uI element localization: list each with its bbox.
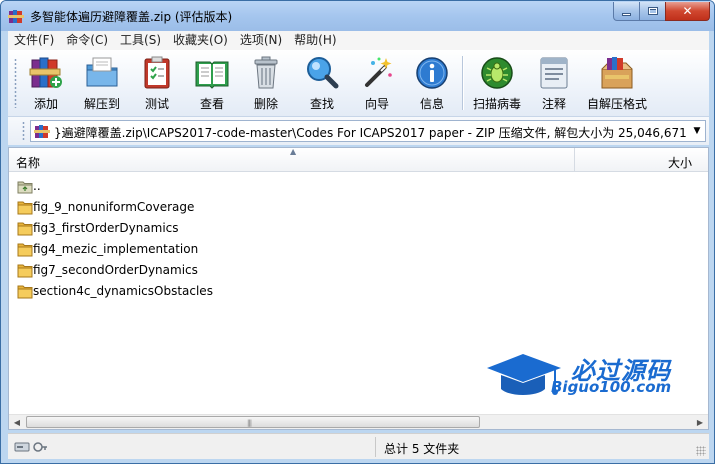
list-item-folder[interactable]: fig7_secondOrderDynamics — [9, 260, 579, 281]
watermark-url: Biguo100.com — [551, 378, 672, 396]
grip-lines-icon: ||| — [247, 419, 252, 427]
view-book-icon — [195, 61, 229, 89]
delete-button[interactable]: 删除 — [246, 52, 286, 114]
folder-icon — [17, 285, 33, 299]
menu-tools[interactable]: 工具(S) — [114, 31, 167, 50]
sort-ascending-icon: ▲ — [290, 147, 297, 156]
resize-grip[interactable] — [696, 446, 706, 456]
winrar-books-icon — [8, 10, 24, 23]
arrow-right-icon: ▶ — [696, 417, 704, 427]
sfx-box-icon — [601, 57, 633, 89]
graduation-cap-icon — [487, 354, 561, 395]
folder-icon — [17, 201, 33, 215]
add-button[interactable]: 添加 — [26, 52, 66, 114]
file-rows: .. fig_9_nonuniformCoverage fig3_firstOr… — [9, 176, 579, 302]
menu-help[interactable]: 帮助(H) — [288, 31, 342, 50]
close-button[interactable]: ✕ — [665, 2, 710, 21]
info-button[interactable]: 信息 — [412, 52, 452, 114]
wizard-wand-icon — [365, 57, 392, 87]
window-title: 多智能体遍历避障覆盖.zip (评估版本) — [30, 10, 233, 24]
minimize-button[interactable] — [613, 2, 640, 21]
address-dropdown-button[interactable]: ▼ — [689, 121, 705, 141]
status-text: 总计 5 文件夹 — [384, 442, 460, 456]
list-item-folder[interactable]: fig_9_nonuniformCoverage — [9, 197, 579, 218]
address-bar: }遍避障覆盖.zip\ICAPS2017-code-master\Codes F… — [8, 117, 709, 145]
status-divider — [375, 437, 376, 457]
watermark: 必过源码 Biguo100.com — [485, 348, 695, 408]
list-item-folder[interactable]: fig4_mezic_implementation — [9, 239, 579, 260]
drive-key-icon — [14, 442, 47, 452]
maximize-icon — [647, 7, 658, 15]
list-item-folder[interactable]: section4c_dynamicsObstacles — [9, 281, 579, 302]
add-archive-icon — [29, 57, 62, 88]
toolbar: 添加 解压到 测试 查看 删除 查找 向导 信息 扫描病毒 注释 自解压格式 — [8, 50, 709, 117]
menu-bar: 文件(F) 命令(C) 工具(S) 收藏夹(O) 选项(N) 帮助(H) — [8, 31, 709, 50]
comment-button[interactable]: 注释 — [534, 52, 574, 114]
maximize-button[interactable] — [639, 2, 666, 21]
info-icon — [416, 57, 448, 89]
menu-options[interactable]: 选项(N) — [234, 31, 288, 50]
address-path: }遍避障覆盖.zip\ICAPS2017-code-master\Codes F… — [54, 126, 706, 140]
file-list[interactable]: 名称 ▲ 大小 .. fig_9_nonuniformCoverage fig3… — [8, 147, 709, 430]
horizontal-scrollbar[interactable]: ◀ ||| ▶ — [9, 414, 708, 429]
title-bar[interactable]: 多智能体遍历避障覆盖.zip (评估版本) ✕ — [1, 1, 714, 31]
comment-icon — [540, 57, 568, 89]
archive-icon — [34, 125, 50, 138]
toolbar-grip[interactable] — [14, 58, 17, 108]
arrow-left-icon: ◀ — [13, 417, 21, 427]
extract-folder-icon — [86, 57, 118, 87]
close-icon: ✕ — [682, 4, 693, 18]
wizard-button[interactable]: 向导 — [357, 52, 397, 114]
list-item-parent[interactable]: .. — [9, 176, 579, 197]
menu-file[interactable]: 文件(F) — [8, 31, 60, 50]
column-header-name[interactable]: 名称 ▲ — [9, 147, 575, 172]
scroll-thumb[interactable]: ||| — [26, 416, 480, 428]
folder-icon — [17, 243, 33, 257]
list-item-folder[interactable]: fig3_firstOrderDynamics — [9, 218, 579, 239]
scroll-left-button[interactable]: ◀ — [9, 415, 25, 429]
test-clipboard-icon — [144, 56, 170, 89]
minimize-icon — [622, 12, 631, 16]
menu-favorites[interactable]: 收藏夹(O) — [167, 31, 234, 50]
folder-icon — [17, 264, 33, 278]
trash-can-icon — [254, 56, 278, 89]
sfx-button[interactable]: 自解压格式 — [585, 52, 649, 114]
scan-virus-button[interactable]: 扫描病毒 — [470, 52, 524, 114]
status-bar: 总计 5 文件夹 — [8, 433, 709, 459]
toolbar-separator — [462, 56, 463, 110]
winrar-window: 多智能体遍历避障覆盖.zip (评估版本) ✕ 文件(F) 命令(C) 工具(S… — [0, 0, 715, 464]
column-header-size[interactable]: 大小 — [668, 154, 692, 171]
scroll-right-button[interactable]: ▶ — [692, 415, 708, 429]
chevron-down-icon: ▼ — [693, 126, 701, 136]
virus-scan-icon — [481, 57, 513, 89]
find-button[interactable]: 查找 — [302, 52, 342, 114]
list-header: 名称 ▲ 大小 — [9, 147, 708, 172]
address-field[interactable]: }遍避障覆盖.zip\ICAPS2017-code-master\Codes F… — [30, 120, 706, 142]
parent-folder-icon — [17, 181, 33, 194]
folder-icon — [17, 222, 33, 236]
menu-command[interactable]: 命令(C) — [60, 31, 114, 50]
magnifier-icon — [307, 57, 339, 89]
test-button[interactable]: 测试 — [137, 52, 177, 114]
address-grip[interactable] — [22, 121, 25, 141]
extract-to-button[interactable]: 解压到 — [80, 52, 124, 114]
view-button[interactable]: 查看 — [192, 52, 232, 114]
